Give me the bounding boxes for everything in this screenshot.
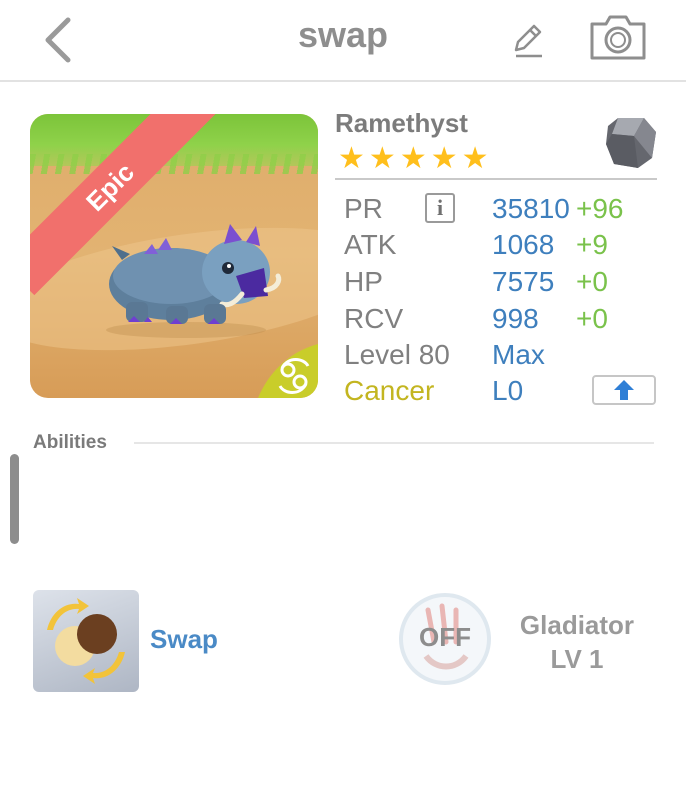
cancer-zodiac-icon <box>258 344 318 398</box>
abilities-divider <box>134 442 654 444</box>
upgrade-button[interactable] <box>592 375 656 405</box>
nav-bar: swap <box>0 0 686 82</box>
swap-skill-icon <box>47 598 125 684</box>
sign-level-value: L0 <box>492 375 524 406</box>
arrow-up-icon <box>614 380 634 400</box>
star-rating: ★ ★ ★ ★ ★ <box>338 144 493 174</box>
rcv-label: RCV <box>344 303 404 334</box>
star-icon: ★ <box>399 142 427 175</box>
star-icon: ★ <box>461 142 489 175</box>
abilities-header: Abilities <box>33 432 107 453</box>
level-label: Level 80 <box>344 339 450 370</box>
pr-label: PR <box>344 193 383 224</box>
scrollbar[interactable] <box>10 454 19 544</box>
gray-rock-gem-icon <box>606 118 656 168</box>
info-icon: i <box>436 195 444 220</box>
leader-skill-name: Gladiator <box>519 610 635 640</box>
atk-value: 1068 <box>492 229 555 260</box>
star-icon: ★ <box>430 142 458 175</box>
leader-status: OFF <box>419 622 471 652</box>
info-button[interactable]: i <box>425 193 455 223</box>
hp-bonus: +0 <box>576 266 608 297</box>
skill-name[interactable]: Swap <box>150 624 218 655</box>
monster-card[interactable]: Epic <box>30 114 318 398</box>
level-value: Max <box>492 339 545 370</box>
atk-bonus: +9 <box>576 229 608 260</box>
pr-value: 35810 <box>492 193 570 224</box>
atk-label: ATK <box>344 229 397 260</box>
rcv-bonus: +0 <box>576 303 608 334</box>
pr-bonus: +96 <box>576 193 624 224</box>
grass-fringe <box>30 154 318 174</box>
claw-icon: OFF <box>399 593 491 685</box>
info-divider <box>335 178 657 180</box>
hp-value: 7575 <box>492 266 555 297</box>
monster-name: Ramethyst <box>335 108 468 138</box>
star-icon: ★ <box>368 142 396 175</box>
skill-button[interactable] <box>33 590 139 692</box>
pencil-icon <box>514 24 542 58</box>
sign-label: Cancer <box>344 375 435 406</box>
leader-skill-level: LV 1 <box>550 644 604 674</box>
camera-icon <box>590 15 646 60</box>
leader-skill-label: Gladiator LV 1 <box>500 608 654 676</box>
camera-button[interactable] <box>586 12 650 64</box>
monster-image <box>106 224 282 338</box>
edit-button[interactable] <box>506 18 550 62</box>
page-title: swap <box>297 14 389 55</box>
rcv-value: 998 <box>492 303 539 334</box>
hp-label: HP <box>344 266 383 297</box>
leader-skill-button[interactable]: OFF <box>396 590 494 688</box>
star-icon: ★ <box>338 142 365 175</box>
